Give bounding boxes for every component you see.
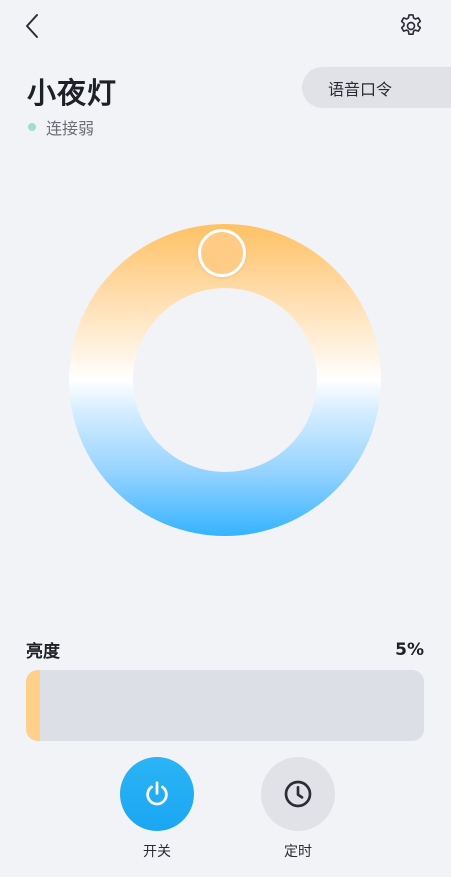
brightness-value: 5% xyxy=(395,640,424,660)
ring-center xyxy=(133,288,317,472)
power-label: 开关 xyxy=(143,844,171,860)
settings-button[interactable] xyxy=(394,9,428,43)
device-title: 小夜灯 xyxy=(27,76,118,110)
brightness-slider[interactable] xyxy=(26,670,424,741)
timer-label: 定时 xyxy=(284,844,312,860)
status-dot xyxy=(28,123,36,131)
chevron-left-icon xyxy=(26,14,38,38)
timer-button[interactable] xyxy=(261,757,335,831)
back-button[interactable] xyxy=(18,10,46,42)
color-temperature-wheel[interactable] xyxy=(69,224,381,536)
status-text: 连接弱 xyxy=(46,119,95,138)
brightness-label: 亮度 xyxy=(26,642,60,662)
color-ring[interactable] xyxy=(69,224,381,536)
gear-icon xyxy=(400,14,422,35)
power-icon xyxy=(146,781,168,806)
power-button[interactable] xyxy=(120,757,194,831)
clock-icon xyxy=(284,780,312,808)
color-selector-knob[interactable] xyxy=(198,229,246,277)
connection-status: 连接弱 xyxy=(28,115,94,139)
brightness-slider-fill xyxy=(26,670,40,741)
voice-command-button[interactable]: 语音口令 xyxy=(302,67,451,108)
